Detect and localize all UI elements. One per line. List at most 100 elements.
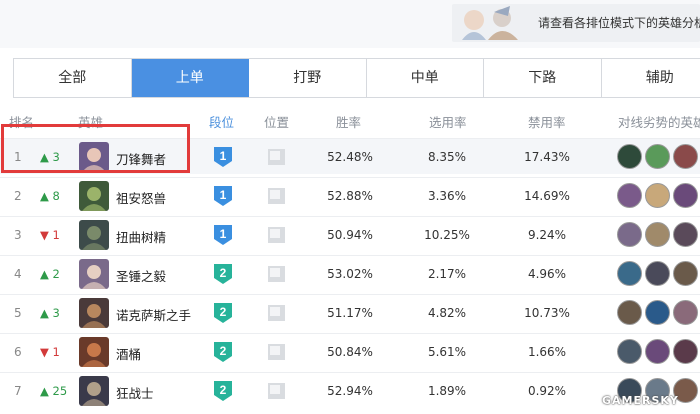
table-row[interactable]: 4 ▲ 2 圣锤之毅 2 53.02% 2.17% 4.96% bbox=[0, 255, 700, 291]
hero-portrait[interactable] bbox=[79, 298, 109, 328]
arrow-down-icon: ▼ bbox=[40, 345, 49, 359]
hero-name[interactable]: 祖安怒兽 bbox=[116, 188, 166, 207]
arrow-up-icon: ▲ bbox=[40, 306, 49, 320]
counter-heroes bbox=[617, 300, 700, 326]
rank-change: ▼ 1 bbox=[40, 228, 60, 242]
win-rate: 51.17% bbox=[327, 306, 373, 320]
table-row[interactable]: 5 ▲ 3 诺克萨斯之手 2 51.17% 4.82% 10.73% bbox=[0, 294, 700, 330]
pick-rate: 1.89% bbox=[427, 384, 467, 398]
counter-hero-portrait[interactable] bbox=[645, 183, 670, 208]
rank-change: ▲ 3 bbox=[40, 306, 60, 320]
hero-name[interactable]: 扭曲树精 bbox=[116, 227, 166, 246]
counter-hero-portrait[interactable] bbox=[617, 183, 642, 208]
counter-hero-portrait[interactable] bbox=[673, 339, 698, 364]
counter-heroes bbox=[617, 261, 700, 287]
arrow-up-icon: ▲ bbox=[40, 267, 49, 281]
win-rate: 50.84% bbox=[327, 345, 373, 359]
hero-portrait[interactable] bbox=[79, 376, 109, 406]
counter-hero-portrait[interactable] bbox=[645, 339, 670, 364]
hero-name[interactable]: 圣锤之毅 bbox=[116, 266, 166, 285]
tier-value: 2 bbox=[219, 344, 227, 358]
header-pick-rate[interactable]: 选用率 bbox=[429, 112, 467, 131]
position-icon bbox=[268, 383, 285, 399]
hero-name[interactable]: 酒桶 bbox=[116, 344, 141, 363]
counter-hero-portrait[interactable] bbox=[645, 222, 670, 247]
banner-hero-image bbox=[458, 6, 522, 40]
hero-portrait[interactable] bbox=[79, 220, 109, 250]
ban-rate: 9.24% bbox=[527, 228, 567, 242]
rank-change-value: 1 bbox=[52, 228, 60, 242]
hero-portrait[interactable] bbox=[79, 181, 109, 211]
rank-change: ▲ 2 bbox=[40, 267, 60, 281]
header-ban-rate[interactable]: 禁用率 bbox=[528, 112, 566, 131]
ban-rate: 17.43% bbox=[524, 150, 570, 164]
position-icon bbox=[268, 188, 285, 204]
counter-hero-portrait[interactable] bbox=[617, 339, 642, 364]
highlight-box bbox=[1, 124, 190, 173]
hero-portrait[interactable] bbox=[79, 259, 109, 289]
tab-top[interactable]: 上单 bbox=[131, 59, 249, 97]
ban-rate: 4.96% bbox=[527, 267, 567, 281]
counter-hero-portrait[interactable] bbox=[673, 183, 698, 208]
table-row[interactable]: 7 ▲ 25 狂战士 2 52.94% 1.89% 0.92% bbox=[0, 372, 700, 408]
win-rate: 52.94% bbox=[327, 384, 373, 398]
tier-value: 1 bbox=[219, 188, 227, 202]
counter-hero-portrait[interactable] bbox=[645, 300, 670, 325]
hero-portrait[interactable] bbox=[79, 337, 109, 367]
tier-value: 2 bbox=[219, 305, 227, 319]
pick-rate: 10.25% bbox=[424, 228, 470, 242]
hero-analysis-banner[interactable]: 请查看各排位模式下的英雄分析 bbox=[452, 4, 700, 42]
table-row[interactable]: 3 ▼ 1 扭曲树精 1 50.94% 10.25% 9.24% bbox=[0, 216, 700, 252]
position-icon bbox=[268, 149, 285, 165]
pick-rate: 3.36% bbox=[427, 189, 467, 203]
rank-change: ▼ 1 bbox=[40, 345, 60, 359]
tab-jungle[interactable]: 打野 bbox=[249, 59, 367, 97]
counter-hero-portrait[interactable] bbox=[645, 261, 670, 286]
tier-value: 2 bbox=[219, 266, 227, 280]
counter-heroes bbox=[617, 144, 700, 170]
tier-shield-icon: 2 bbox=[213, 380, 233, 402]
tier-shield-icon: 2 bbox=[213, 302, 233, 324]
counter-hero-portrait[interactable] bbox=[617, 300, 642, 325]
counter-hero-portrait[interactable] bbox=[645, 144, 670, 169]
position-icon bbox=[268, 305, 285, 321]
header-tier[interactable]: 段位 bbox=[209, 112, 234, 131]
rank-change: ▲ 25 bbox=[40, 384, 67, 398]
rank-change-value: 2 bbox=[52, 267, 60, 281]
counter-hero-portrait[interactable] bbox=[617, 261, 642, 286]
banner-text[interactable]: 请查看各排位模式下的英雄分析 bbox=[538, 14, 700, 31]
watermark: GAMERSKY bbox=[602, 394, 679, 407]
rank-change-value: 8 bbox=[52, 189, 60, 203]
counter-hero-portrait[interactable] bbox=[673, 222, 698, 247]
counter-hero-portrait[interactable] bbox=[617, 144, 642, 169]
counter-hero-portrait[interactable] bbox=[673, 261, 698, 286]
tab-all[interactable]: 全部 bbox=[14, 59, 132, 97]
hero-name[interactable]: 诺克萨斯之手 bbox=[116, 305, 191, 324]
counter-heroes bbox=[617, 339, 700, 365]
table-row[interactable]: 2 ▲ 8 祖安怒兽 1 52.88% 3.36% 14.69% bbox=[0, 177, 700, 213]
rank-change: ▲ 8 bbox=[40, 189, 60, 203]
role-tabs: 全部 上单 打野 中单 下路 辅助 bbox=[13, 58, 700, 98]
pick-rate: 2.17% bbox=[427, 267, 467, 281]
counter-heroes bbox=[617, 222, 700, 248]
tier-value: 1 bbox=[219, 149, 227, 163]
rank-number: 5 bbox=[14, 306, 22, 320]
tab-mid[interactable]: 中单 bbox=[367, 59, 484, 97]
arrow-up-icon: ▲ bbox=[40, 384, 49, 398]
tier-value: 2 bbox=[219, 383, 227, 397]
arrow-down-icon: ▼ bbox=[40, 228, 49, 242]
win-rate: 50.94% bbox=[327, 228, 373, 242]
rank-number: 4 bbox=[14, 267, 22, 281]
rank-number: 2 bbox=[14, 189, 22, 203]
rank-number: 3 bbox=[14, 228, 22, 242]
header-win-rate[interactable]: 胜率 bbox=[336, 112, 361, 131]
rank-number: 7 bbox=[14, 384, 22, 398]
counter-hero-portrait[interactable] bbox=[617, 222, 642, 247]
table-row[interactable]: 6 ▼ 1 酒桶 2 50.84% 5.61% 1.66% bbox=[0, 333, 700, 369]
tab-support[interactable]: 辅助 bbox=[602, 59, 700, 97]
hero-name[interactable]: 狂战士 bbox=[116, 383, 154, 402]
counter-hero-portrait[interactable] bbox=[673, 144, 698, 169]
tab-bottom[interactable]: 下路 bbox=[484, 59, 602, 97]
win-rate: 52.48% bbox=[327, 150, 373, 164]
counter-hero-portrait[interactable] bbox=[673, 300, 698, 325]
